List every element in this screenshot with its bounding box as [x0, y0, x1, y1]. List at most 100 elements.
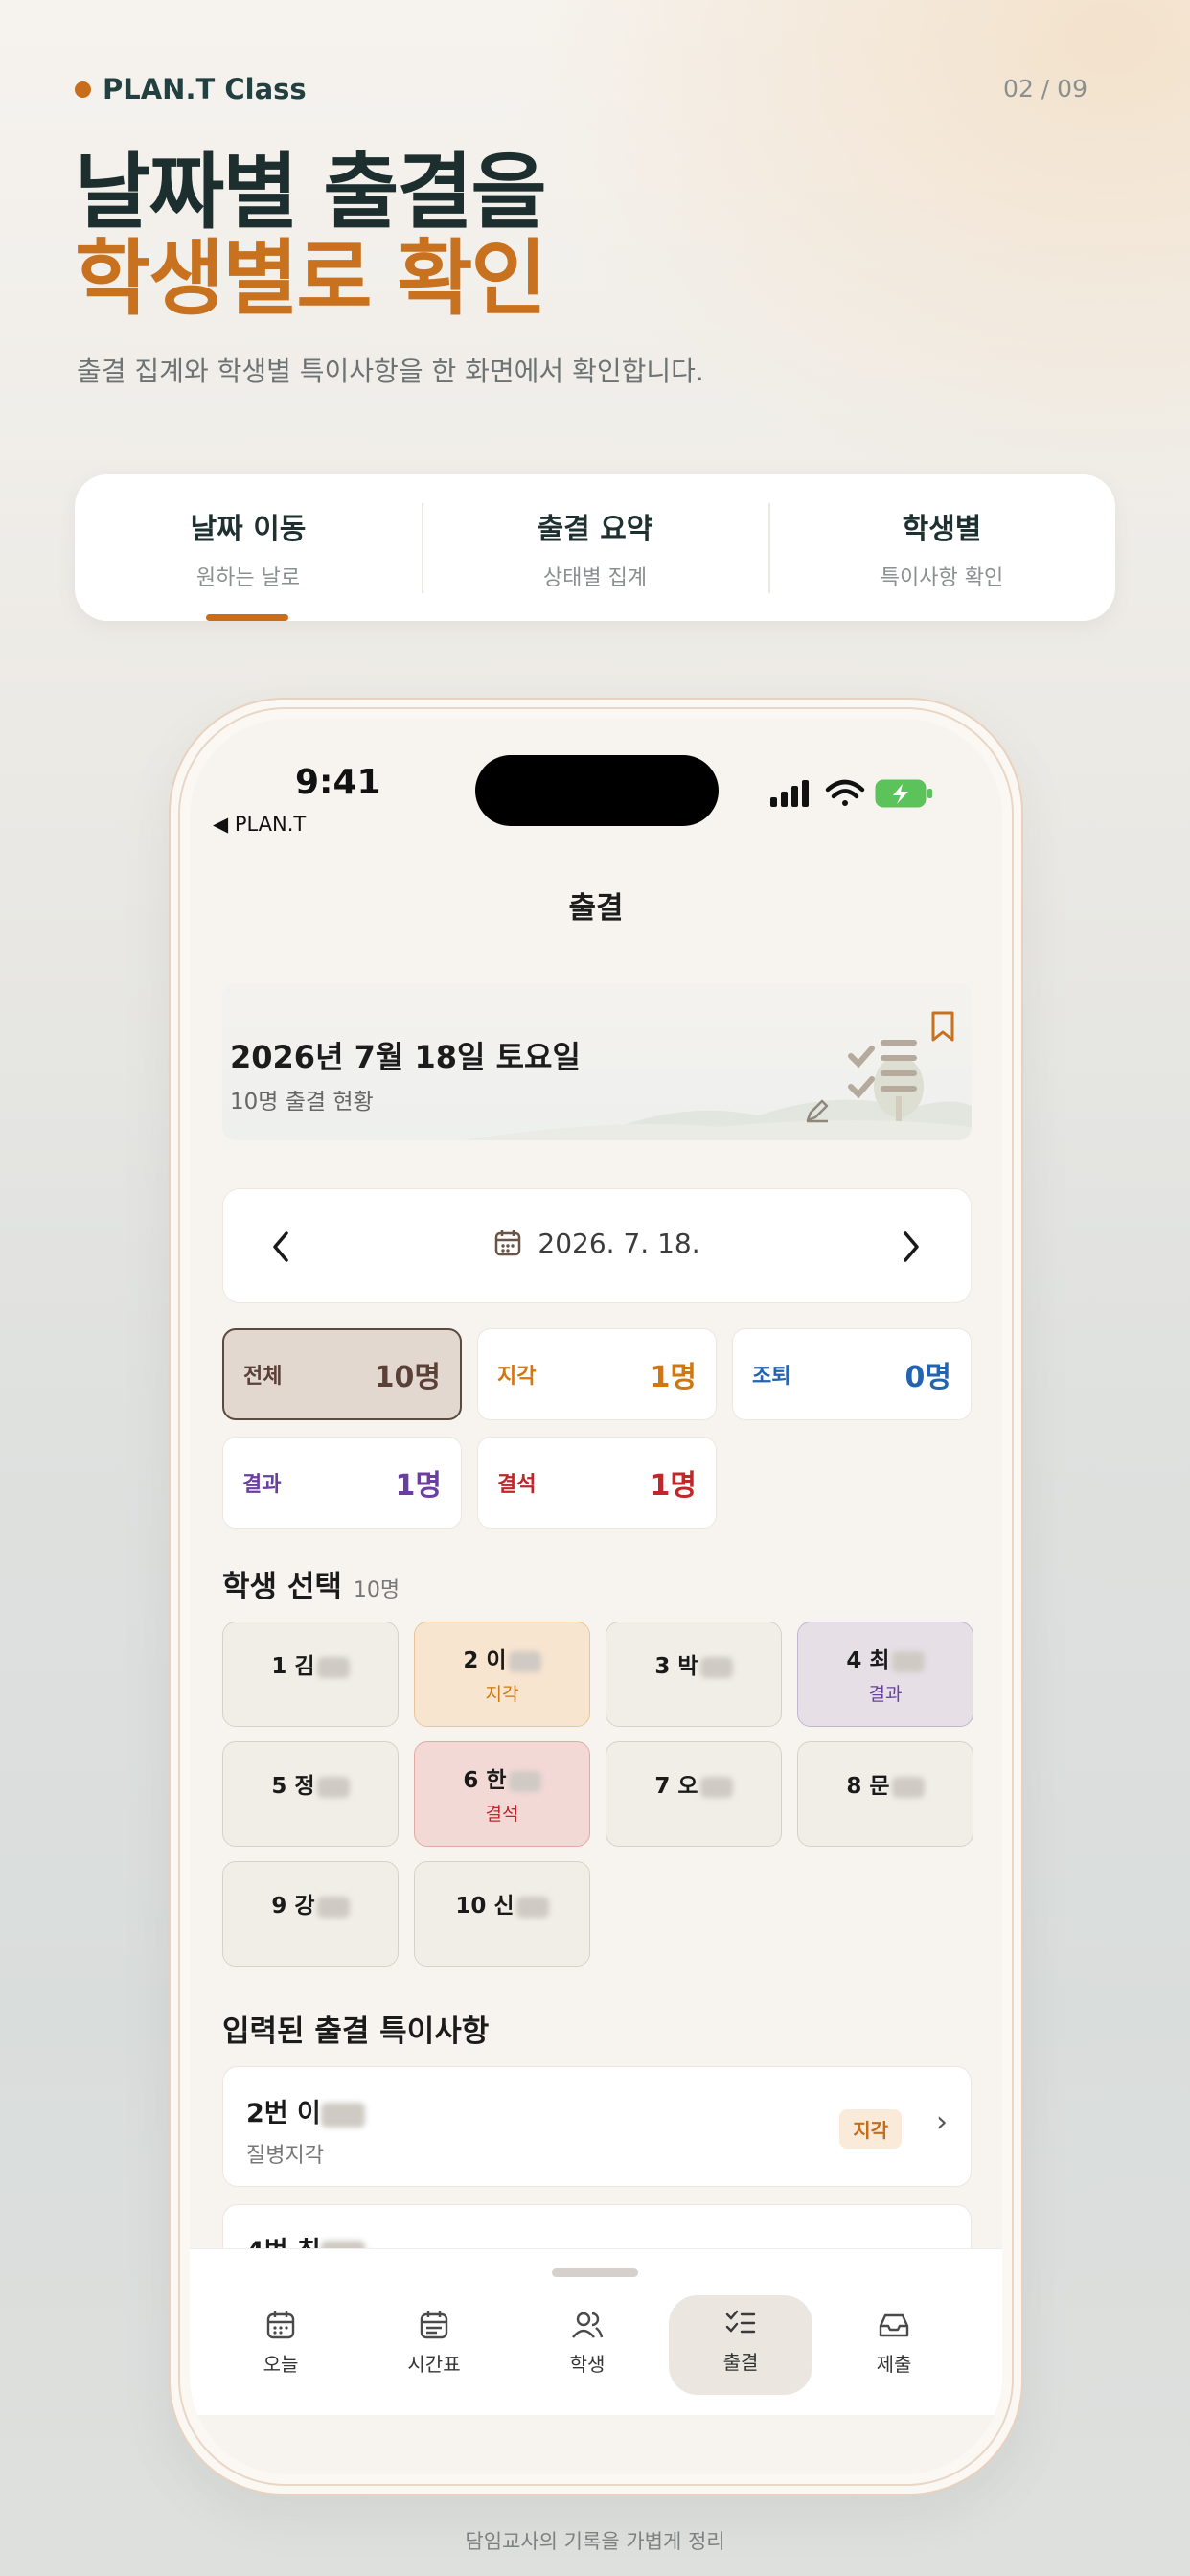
screen-title: 출결	[568, 891, 624, 926]
tab-timetable[interactable]: 시간표	[362, 2297, 506, 2397]
calendar-icon	[495, 1230, 521, 1256]
date-heading: 2026년 7월 18일 토요일	[230, 1039, 581, 1075]
student-name: 10 신	[455, 1894, 515, 1919]
active-tab-indicator	[206, 614, 288, 621]
student-chip[interactable]: 7 오	[606, 1741, 782, 1847]
student-status-tag: 결과	[868, 1684, 903, 1705]
stat-filter-partial[interactable]: 결과 1명	[222, 1437, 462, 1529]
date-picker[interactable]: 2026. 7. 18.	[223, 1228, 971, 1259]
student-section-label: 학생 선택	[222, 1570, 342, 1604]
student-status-tag: 지각	[485, 1684, 519, 1705]
student-name: 7 오	[654, 1774, 698, 1799]
redacted-name	[320, 2102, 365, 2128]
stat-label: 지각	[497, 1365, 537, 1389]
student-chip[interactable]: 2 이 지각	[414, 1622, 590, 1727]
stat-filter-late[interactable]: 지각 1명	[477, 1328, 717, 1420]
student-chip[interactable]: 8 문	[797, 1741, 973, 1847]
tab-students[interactable]: 학생	[515, 2297, 659, 2397]
stat-filter-early-leave[interactable]: 조퇴 0명	[732, 1328, 972, 1420]
footer-caption: 담임교사의 기록을 가볍게 정리	[465, 2530, 725, 2553]
attendance-count-caption: 10명 출결 현황	[230, 1090, 374, 1115]
student-name: 6 한	[463, 1768, 507, 1793]
people-icon	[572, 2312, 604, 2338]
student-name: 1 김	[271, 1654, 315, 1679]
stat-value: 10명	[374, 1361, 441, 1394]
student-chip[interactable]: 1 김	[222, 1622, 399, 1727]
student-chip[interactable]: 9 강	[222, 1861, 399, 1966]
selected-date: 2026. 7. 18.	[538, 1228, 700, 1259]
redacted-name	[699, 1776, 733, 1798]
student-chip[interactable]: 5 정	[222, 1741, 399, 1847]
student-chip[interactable]: 6 한결석	[414, 1741, 590, 1847]
back-to-app-link[interactable]: ◀ PLAN.T	[213, 813, 306, 836]
feature-tab-sub: 특이사항 확인	[880, 566, 1004, 590]
stat-value: 0명	[904, 1361, 951, 1394]
brand-label: PLAN.T Class	[103, 73, 307, 105]
note-description: 질병지각	[246, 2144, 324, 2168]
feature-tab-student[interactable]: 학생별 특이사항 확인	[768, 474, 1115, 621]
next-day-chevron-icon[interactable]	[900, 1230, 923, 1264]
feature-tab-title: 출결 요약	[537, 513, 653, 546]
tab-attendance[interactable]: 출결	[669, 2295, 812, 2395]
attendance-note-item[interactable]: 2번 이질병지각 지각 ›	[222, 2066, 972, 2187]
edit-icon[interactable]	[803, 1096, 832, 1125]
stat-value: 1명	[650, 1469, 697, 1503]
page-indicator: 02 / 09	[1003, 75, 1087, 103]
redacted-name	[891, 1650, 925, 1672]
student-section-title: 학생 선택 10명	[222, 1562, 400, 1605]
tab-label: 학생	[569, 2353, 606, 2376]
redacted-name	[316, 1896, 350, 1918]
student-chip[interactable]: 3 박	[606, 1622, 782, 1727]
stat-label: 조퇴	[752, 1365, 791, 1389]
stat-filter-absent[interactable]: 결석 1명	[477, 1437, 717, 1529]
stat-filter-all[interactable]: 전체 10명	[222, 1328, 462, 1420]
tab-submit[interactable]: 제출	[822, 2297, 966, 2397]
tab-today[interactable]: 오늘	[209, 2297, 353, 2397]
note-status-badge: 지각	[839, 2109, 902, 2149]
redacted-name	[316, 1656, 350, 1678]
redacted-name	[316, 1776, 350, 1798]
student-name: 9 강	[271, 1894, 315, 1919]
checklist-decoration-icon	[848, 1040, 917, 1099]
headline-line-2: 학생별로 확인	[75, 231, 547, 327]
feature-tab-sub: 원하는 날로	[195, 566, 301, 590]
inbox-icon	[879, 2313, 909, 2337]
checklist-icon	[725, 2310, 756, 2334]
student-name: 5 정	[271, 1774, 315, 1799]
chevron-right-icon: ›	[936, 2105, 948, 2139]
stat-label: 결과	[242, 1473, 282, 1497]
stat-label: 결석	[497, 1473, 537, 1497]
date-header-card: 2026년 7월 18일 토요일 10명 출결 현황	[222, 983, 972, 1140]
tab-label: 출결	[722, 2351, 759, 2374]
feature-tab-summary[interactable]: 출결 요약상태별 집계	[422, 474, 768, 621]
signal-icon	[770, 780, 809, 807]
subtitle: 출결 집계와 학생별 특이사항을 한 화면에서 확인합니다.	[77, 356, 704, 387]
redacted-name	[508, 1770, 541, 1792]
bookmark-icon[interactable]	[929, 1010, 956, 1043]
phone-screen: 9:41 ◀ PLAN.T 출결 2026년 7월 18일 토요일 10명 출결…	[190, 719, 1002, 2474]
date-navigator: 2026. 7. 18.	[222, 1188, 972, 1303]
calendar-icon	[266, 2311, 295, 2339]
feature-tab-date[interactable]: 날짜 이동 원하는 날로	[75, 474, 422, 621]
dynamic-island	[475, 755, 719, 826]
status-time: 9:41	[295, 763, 381, 802]
brand-dot-icon	[75, 80, 91, 98]
bottom-tab-bar: 오늘 시간표 학생 출결 제출	[190, 2248, 1002, 2415]
headline-line-1: 날짜별 출결을	[75, 145, 547, 241]
status-icons	[770, 779, 932, 808]
redacted-name	[515, 1896, 549, 1918]
timetable-icon	[420, 2311, 448, 2339]
tab-label: 제출	[876, 2353, 912, 2376]
battery-icon	[875, 779, 932, 808]
feature-tabs: 날짜 이동 원하는 날로 출결 요약상태별 집계 학생별 특이사항 확인	[75, 474, 1115, 621]
student-chip[interactable]: 10 신	[414, 1861, 590, 1966]
redacted-name	[508, 1650, 541, 1672]
student-status-tag: 결석	[485, 1804, 519, 1825]
stat-value: 1명	[395, 1469, 442, 1503]
sheet-handle[interactable]	[552, 2268, 638, 2277]
note-student-name: 2번 이	[246, 2099, 321, 2128]
student-count: 10명	[353, 1578, 400, 1602]
feature-tab-sub: 상태별 집계	[542, 566, 648, 590]
tab-label: 오늘	[263, 2353, 299, 2376]
student-chip[interactable]: 4 최 결과	[797, 1622, 973, 1727]
